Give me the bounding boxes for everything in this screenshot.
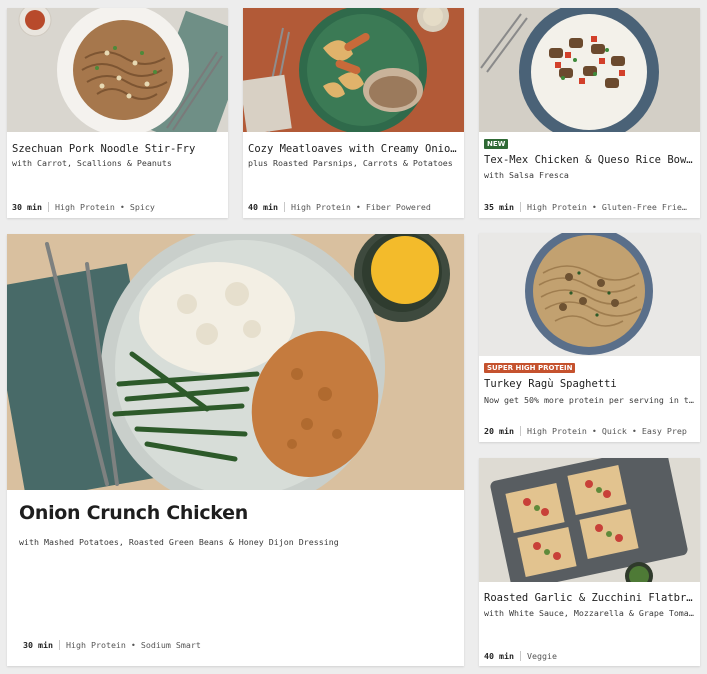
recipe-subtitle: Now get 50% more protein per serving in …: [484, 395, 695, 405]
badge-new: NEW: [484, 139, 509, 149]
recipe-card-featured[interactable]: Onion Crunch Chicken with Mashed Potatoe…: [7, 234, 464, 666]
recipe-title[interactable]: Cozy Meatloaves with Creamy Onion Gr…: [248, 143, 459, 155]
recipe-subtitle: with White Sauce, Mozzarella & Grape Tom…: [484, 608, 695, 618]
cook-time: 20 min: [484, 426, 514, 436]
recipe-title[interactable]: Szechuan Pork Noodle Stir-Fry: [12, 143, 223, 155]
cook-time: 35 min: [484, 202, 514, 212]
recipe-image[interactable]: [7, 8, 228, 132]
recipe-title[interactable]: Turkey Ragù Spaghetti: [484, 378, 695, 390]
meta-divider: [47, 202, 49, 212]
meta-divider: [58, 640, 60, 650]
recipe-tags: High Protein • Spicy: [54, 202, 155, 212]
recipe-meta: 30 min High Protein • Spicy: [12, 202, 223, 212]
recipe-tags: High Protein • Sodium Smart: [65, 640, 201, 650]
meta-divider: [519, 202, 521, 212]
recipe-image[interactable]: [479, 458, 700, 582]
recipe-tags: High Protein • Gluten-Free Frie…: [526, 202, 687, 212]
recipe-title[interactable]: Roasted Garlic & Zucchini Flatbreads: [484, 592, 695, 604]
recipe-meta: 35 min High Protein • Gluten-Free Frie…: [484, 202, 695, 212]
recipe-card[interactable]: SUPER HIGH PROTEIN Turkey Ragù Spaghetti…: [479, 233, 700, 442]
recipe-subtitle: with Carrot, Scallions & Peanuts: [12, 158, 172, 168]
recipe-meta: 40 min High Protein • Fiber Powered: [248, 202, 459, 212]
recipe-tags: High Protein • Quick • Easy Prep: [526, 426, 687, 436]
recipe-tags: High Protein • Fiber Powered: [290, 202, 431, 212]
cook-time: 40 min: [484, 651, 514, 661]
cook-time: 30 min: [12, 202, 42, 212]
meta-divider: [283, 202, 285, 212]
recipe-tags: Veggie: [526, 651, 557, 661]
recipe-card[interactable]: Szechuan Pork Noodle Stir-Fry with Carro…: [7, 8, 228, 218]
meta-divider: [519, 426, 521, 436]
recipe-card[interactable]: Roasted Garlic & Zucchini Flatbreads wit…: [479, 458, 700, 666]
cook-time: 40 min: [248, 202, 278, 212]
recipe-subtitle: with Mashed Potatoes, Roasted Green Bean…: [19, 537, 339, 547]
cook-time: 30 min: [23, 640, 53, 650]
recipe-image[interactable]: [243, 8, 464, 132]
meta-divider: [519, 651, 521, 661]
recipe-meta: 30 min High Protein • Sodium Smart: [23, 640, 459, 650]
badge-super-high-protein: SUPER HIGH PROTEIN: [484, 363, 576, 373]
recipe-image[interactable]: [479, 233, 700, 356]
recipe-title[interactable]: Onion Crunch Chicken: [19, 502, 248, 524]
recipe-title[interactable]: Tex-Mex Chicken & Queso Rice Bowls: [484, 154, 695, 166]
recipe-subtitle: with Salsa Fresca: [484, 170, 569, 180]
recipe-meta: 20 min High Protein • Quick • Easy Prep: [484, 426, 695, 436]
recipe-card[interactable]: Cozy Meatloaves with Creamy Onion Gr… pl…: [243, 8, 464, 218]
recipe-image[interactable]: [479, 8, 700, 132]
recipe-image[interactable]: [7, 234, 464, 490]
recipe-subtitle: plus Roasted Parsnips, Carrots & Potatoe…: [248, 158, 453, 168]
recipe-card[interactable]: NEW Tex-Mex Chicken & Queso Rice Bowls w…: [479, 8, 700, 218]
recipe-meta: 40 min Veggie: [484, 651, 695, 661]
